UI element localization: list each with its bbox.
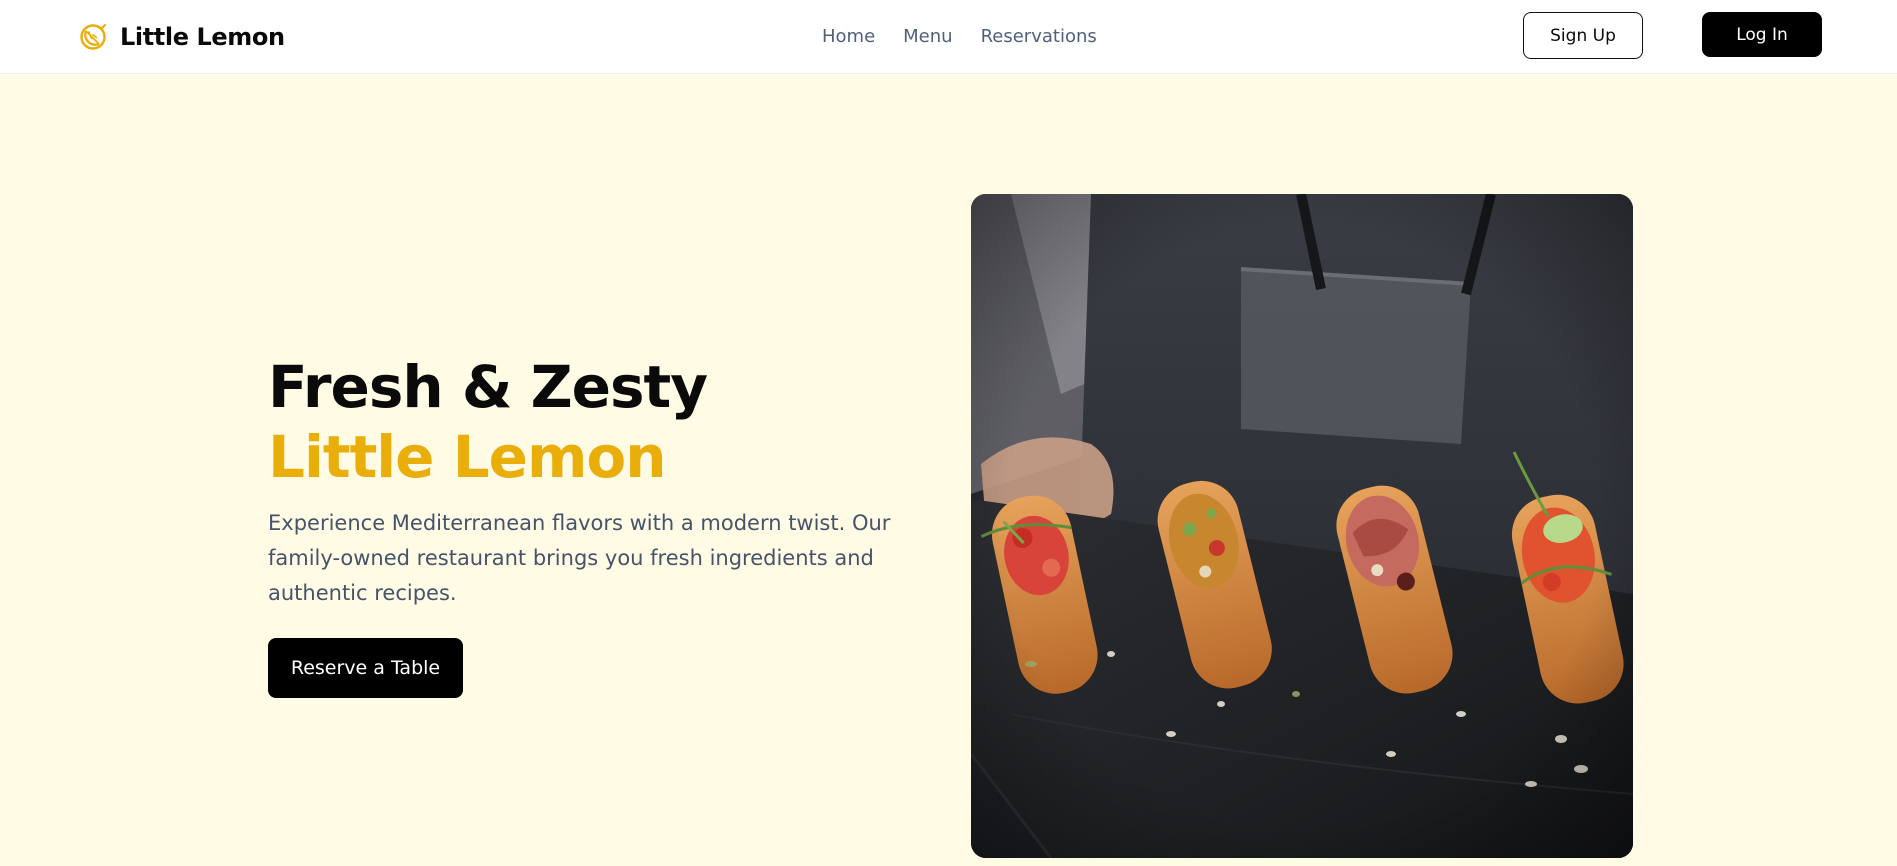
hero-headline: Fresh & Zesty Little Lemon <box>268 352 948 492</box>
sign-up-button[interactable]: Sign Up <box>1523 12 1643 59</box>
nav-link-menu[interactable]: Menu <box>903 26 952 47</box>
hero-food-image <box>971 194 1633 858</box>
brand-name: Little Lemon <box>120 23 285 51</box>
nav-link-home[interactable]: Home <box>822 26 875 47</box>
log-in-button[interactable]: Log In <box>1702 12 1822 57</box>
lemon-icon <box>80 24 106 50</box>
top-navbar: Little Lemon Home Menu Reservations Sign… <box>0 0 1897 74</box>
main-nav: Home Menu Reservations <box>822 22 1097 50</box>
brand-logo-link[interactable]: Little Lemon <box>78 19 285 55</box>
hero-headline-line2: Little Lemon <box>268 423 667 491</box>
hero-section: Fresh & Zesty Little Lemon Experience Me… <box>0 74 1897 866</box>
reserve-table-button[interactable]: Reserve a Table <box>268 638 463 698</box>
nav-link-reservations[interactable]: Reservations <box>981 26 1097 47</box>
hero-food-illustration <box>971 194 1633 858</box>
hero-headline-line1: Fresh & Zesty <box>268 353 708 421</box>
hero-description: Experience Mediterranean flavors with a … <box>268 511 891 605</box>
